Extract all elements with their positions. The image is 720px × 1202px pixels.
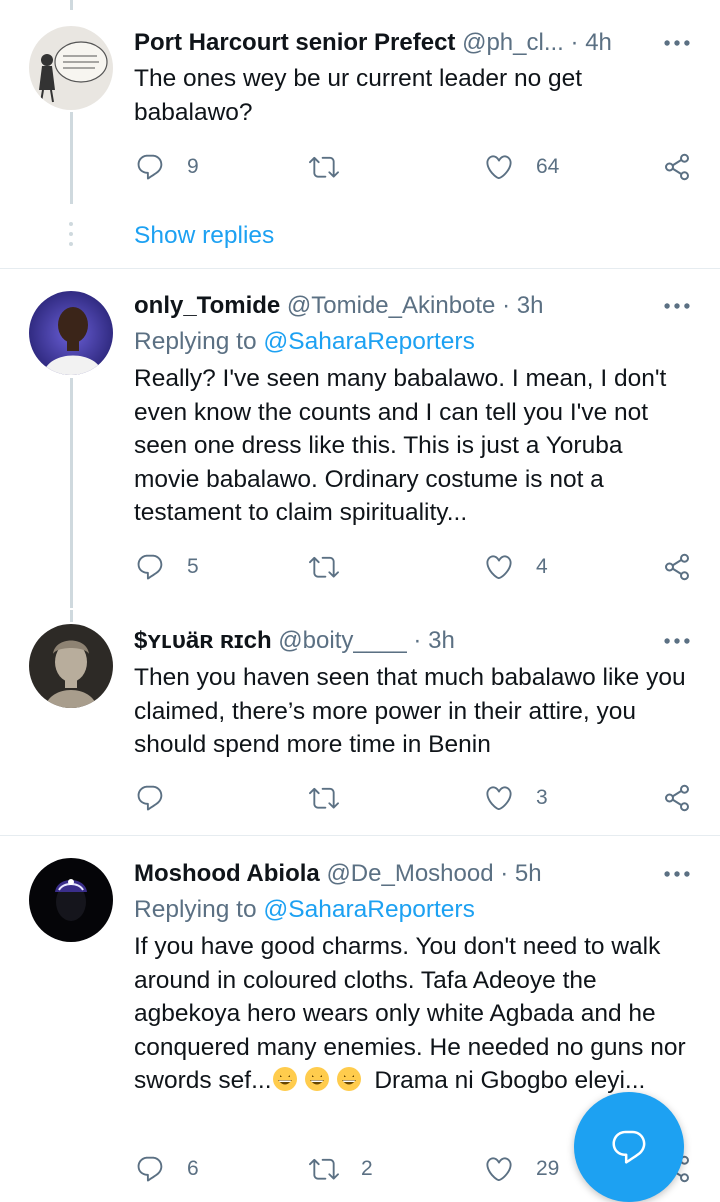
tweet-text: If you have good charms. You don't need …	[134, 930, 694, 1098]
compose-reply-icon	[612, 1130, 646, 1164]
tweet-text-end: Drama ni Gbogbo eleyi...	[374, 1067, 646, 1094]
reply-count: 9	[187, 155, 199, 178]
tweet-header: Port Harcourt senior Prefect @ph_cl... ·…	[134, 23, 612, 63]
like-button[interactable]: 3	[484, 778, 548, 818]
timestamp[interactable]: 3h	[517, 292, 544, 319]
tweet-text: Then you haven seen that much babalawo l…	[134, 664, 686, 758]
like-count: 4	[536, 555, 548, 578]
grinning-emoji-icon	[336, 1067, 361, 1091]
replying-to: Replying to @SaharaReporters	[134, 328, 475, 356]
like-button[interactable]: 64	[484, 147, 559, 187]
reply-count: 5	[187, 555, 199, 578]
avatar[interactable]	[29, 624, 113, 708]
reply-button[interactable]: 5	[135, 547, 199, 587]
reply-icon	[135, 783, 165, 813]
display-name[interactable]: only_Tomide	[134, 292, 280, 319]
avatar[interactable]	[29, 858, 113, 942]
tweet-header: Moshood Abiola @De_Moshood · 5h	[134, 854, 542, 894]
tweet[interactable]: only_Tomide @Tomide_Akinbote · 3h Replyi…	[0, 269, 720, 609]
like-icon	[484, 552, 514, 582]
more-icon[interactable]	[660, 857, 694, 891]
display-name[interactable]: $ʏʟᴜӓʀ ʀɪcһ	[134, 627, 272, 654]
user-handle[interactable]: @Tomide_Akinbote	[287, 292, 495, 319]
tweet-header: $ʏʟᴜӓʀ ʀɪcһ @boity____ · 3h	[134, 621, 455, 661]
timestamp[interactable]: 5h	[515, 860, 542, 887]
replying-prefix: Replying to	[134, 896, 257, 923]
retweet-button[interactable]: 2	[309, 1149, 373, 1189]
retweet-icon	[309, 1154, 339, 1184]
share-icon	[662, 152, 692, 182]
retweet-icon	[309, 552, 339, 582]
action-bar: 5 4	[0, 547, 720, 587]
share-button[interactable]	[662, 547, 692, 587]
reply-button[interactable]: 6	[135, 1149, 199, 1189]
replying-to: Replying to @SaharaReporters	[134, 896, 475, 924]
like-icon	[484, 1154, 514, 1184]
share-button[interactable]	[662, 778, 692, 818]
share-button[interactable]	[662, 147, 692, 187]
retweet-button[interactable]	[309, 778, 361, 818]
tweet-text: The ones wey be ur current leader no get…	[134, 65, 583, 126]
like-icon	[484, 783, 514, 813]
more-icon[interactable]	[660, 26, 694, 60]
replying-prefix: Replying to	[134, 328, 257, 355]
display-name[interactable]: Moshood Abiola	[134, 860, 320, 887]
retweet-count: 2	[361, 1157, 373, 1180]
like-count: 3	[536, 786, 548, 809]
tweet-header: only_Tomide @Tomide_Akinbote · 3h	[134, 286, 543, 326]
user-handle[interactable]: @ph_cl...	[462, 29, 564, 56]
retweet-button[interactable]	[309, 547, 361, 587]
replying-to-link[interactable]: @SaharaReporters	[263, 328, 474, 355]
tweet-text: Really? I've seen many babalawo. I mean,…	[134, 365, 667, 526]
more-icon[interactable]	[660, 624, 694, 658]
display-name[interactable]: Port Harcourt senior Prefect	[134, 29, 455, 56]
reply-button[interactable]: 9	[135, 147, 199, 187]
share-icon	[662, 552, 692, 582]
like-button[interactable]: 4	[484, 547, 548, 587]
compose-reply-button[interactable]	[574, 1092, 684, 1202]
share-icon	[662, 783, 692, 813]
replying-to-link[interactable]: @SaharaReporters	[263, 896, 474, 923]
grinning-emoji-icon	[272, 1067, 297, 1091]
retweet-icon	[309, 152, 339, 182]
show-replies-link[interactable]: Show replies	[134, 222, 274, 250]
avatar[interactable]	[29, 26, 113, 110]
reply-icon	[135, 552, 165, 582]
separator-dot: ·	[413, 627, 429, 654]
retweet-icon	[309, 783, 339, 813]
thread-gap-indicator	[69, 222, 75, 252]
separator-dot: ·	[570, 29, 586, 56]
grinning-emoji-icon	[304, 1067, 329, 1091]
like-count: 64	[536, 155, 560, 178]
tweet[interactable]: $ʏʟᴜӓʀ ʀɪcһ @boity____ · 3h Then you hav…	[0, 609, 720, 835]
separator-dot: ·	[502, 292, 517, 319]
action-bar: 3	[0, 778, 720, 818]
action-bar: 9 64	[0, 147, 720, 187]
like-button[interactable]: 29	[484, 1149, 559, 1189]
reply-icon	[135, 152, 165, 182]
user-handle[interactable]: @boity____	[278, 627, 406, 654]
reply-button[interactable]	[135, 778, 187, 818]
tweet[interactable]: Port Harcourt senior Prefect @ph_cl... ·…	[0, 0, 720, 268]
timestamp[interactable]: 4h	[585, 29, 612, 56]
timestamp[interactable]: 3h	[428, 627, 455, 654]
retweet-button[interactable]	[309, 147, 361, 187]
avatar[interactable]	[29, 291, 113, 375]
like-count: 29	[536, 1157, 560, 1180]
user-handle[interactable]: @De_Moshood	[326, 860, 493, 887]
like-icon	[484, 152, 514, 182]
reply-icon	[135, 1154, 165, 1184]
more-icon[interactable]	[660, 289, 694, 323]
reply-count: 6	[187, 1157, 199, 1180]
separator-dot: ·	[500, 860, 515, 887]
